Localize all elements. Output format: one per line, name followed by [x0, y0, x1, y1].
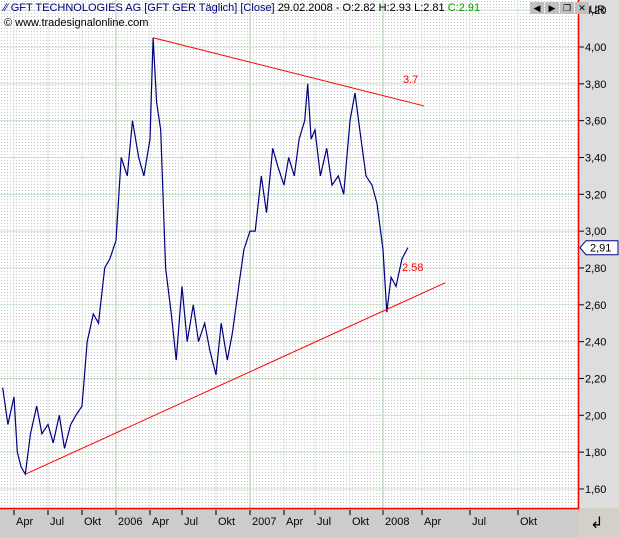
y-tick-label: 3,60 [585, 116, 606, 128]
y-tick-label: 2,40 [585, 337, 606, 349]
y-tick-label: 2,60 [585, 300, 606, 312]
line-chart-icon: ∕∕ [4, 2, 8, 14]
x-tick-label: 2007 [252, 516, 276, 528]
x-tick-label: Okt [352, 516, 369, 528]
y-tick-label: 3,80 [585, 79, 606, 91]
y-tick-label: 3,40 [585, 152, 606, 164]
price-chart: Apr Jul Okt 2006 Apr Jul Okt 2007 Apr Jul Okt 2008 A… [0, 0, 619, 528]
price-line [2, 37, 409, 477]
y-tick-label: 2,20 [585, 373, 606, 385]
y-tick-label: 3,00 [585, 226, 606, 238]
y-tick-label: 2,00 [585, 410, 606, 422]
copyright: © www.tradesignalonline.com [4, 17, 149, 29]
x-tick-label: Okt [520, 516, 537, 528]
y-tick-label: 1,60 [585, 484, 606, 496]
y-tick-label: 4,00 [585, 42, 606, 54]
instrument-title: GFT TECHNOLOGIES AG [GFT GER Täglich] [C… [10, 2, 275, 14]
x-tick-label: Jul [317, 516, 331, 528]
x-tick-label: Okt [218, 516, 235, 528]
window-buttons: ◀ ▶ ❐ ✕ [530, 2, 589, 14]
x-tick-label: Apr [16, 516, 33, 528]
y-tick-label: 1,80 [585, 447, 606, 459]
x-tick-label: Jul [184, 516, 198, 528]
trendline-label: 2.58 [402, 262, 423, 274]
arrow-right-icon[interactable]: ▶ [545, 2, 559, 14]
restore-icon[interactable]: ❐ [560, 2, 574, 14]
x-tick-label: Jul [50, 516, 64, 528]
corner-arrow-icon[interactable]: ↲ [590, 513, 603, 533]
last-value-label: 2,91 [590, 243, 611, 255]
chart-window: Apr Jul Okt 2006 Apr Jul Okt 2007 Apr Jul Okt 2008 A… [0, 0, 619, 537]
x-tick-label: Apr [424, 516, 441, 528]
close-value: C:2.91 [447, 2, 481, 14]
x-tick-label: Apr [286, 516, 303, 528]
close-icon[interactable]: ✕ [575, 2, 589, 14]
chart-title: ∕∕ GFT TECHNOLOGIES AG [GFT GER Täglich]… [4, 2, 480, 14]
y-tick-label: 2,80 [585, 263, 606, 275]
x-tick-label: 2006 [118, 516, 142, 528]
date-label: 29.02.2008 [277, 2, 333, 14]
x-tick-label: Jul [472, 516, 486, 528]
x-tick-label: 2008 [385, 516, 409, 528]
x-tick-label: Okt [84, 516, 101, 528]
x-tick-label: Apr [152, 516, 169, 528]
y-tick-label: 3,20 [585, 189, 606, 201]
ohlc-values: - O:2.82 H:2.93 L:2.81 [335, 2, 445, 14]
arrow-left-icon[interactable]: ◀ [530, 2, 544, 14]
trendline-label: 3.7 [403, 74, 418, 86]
